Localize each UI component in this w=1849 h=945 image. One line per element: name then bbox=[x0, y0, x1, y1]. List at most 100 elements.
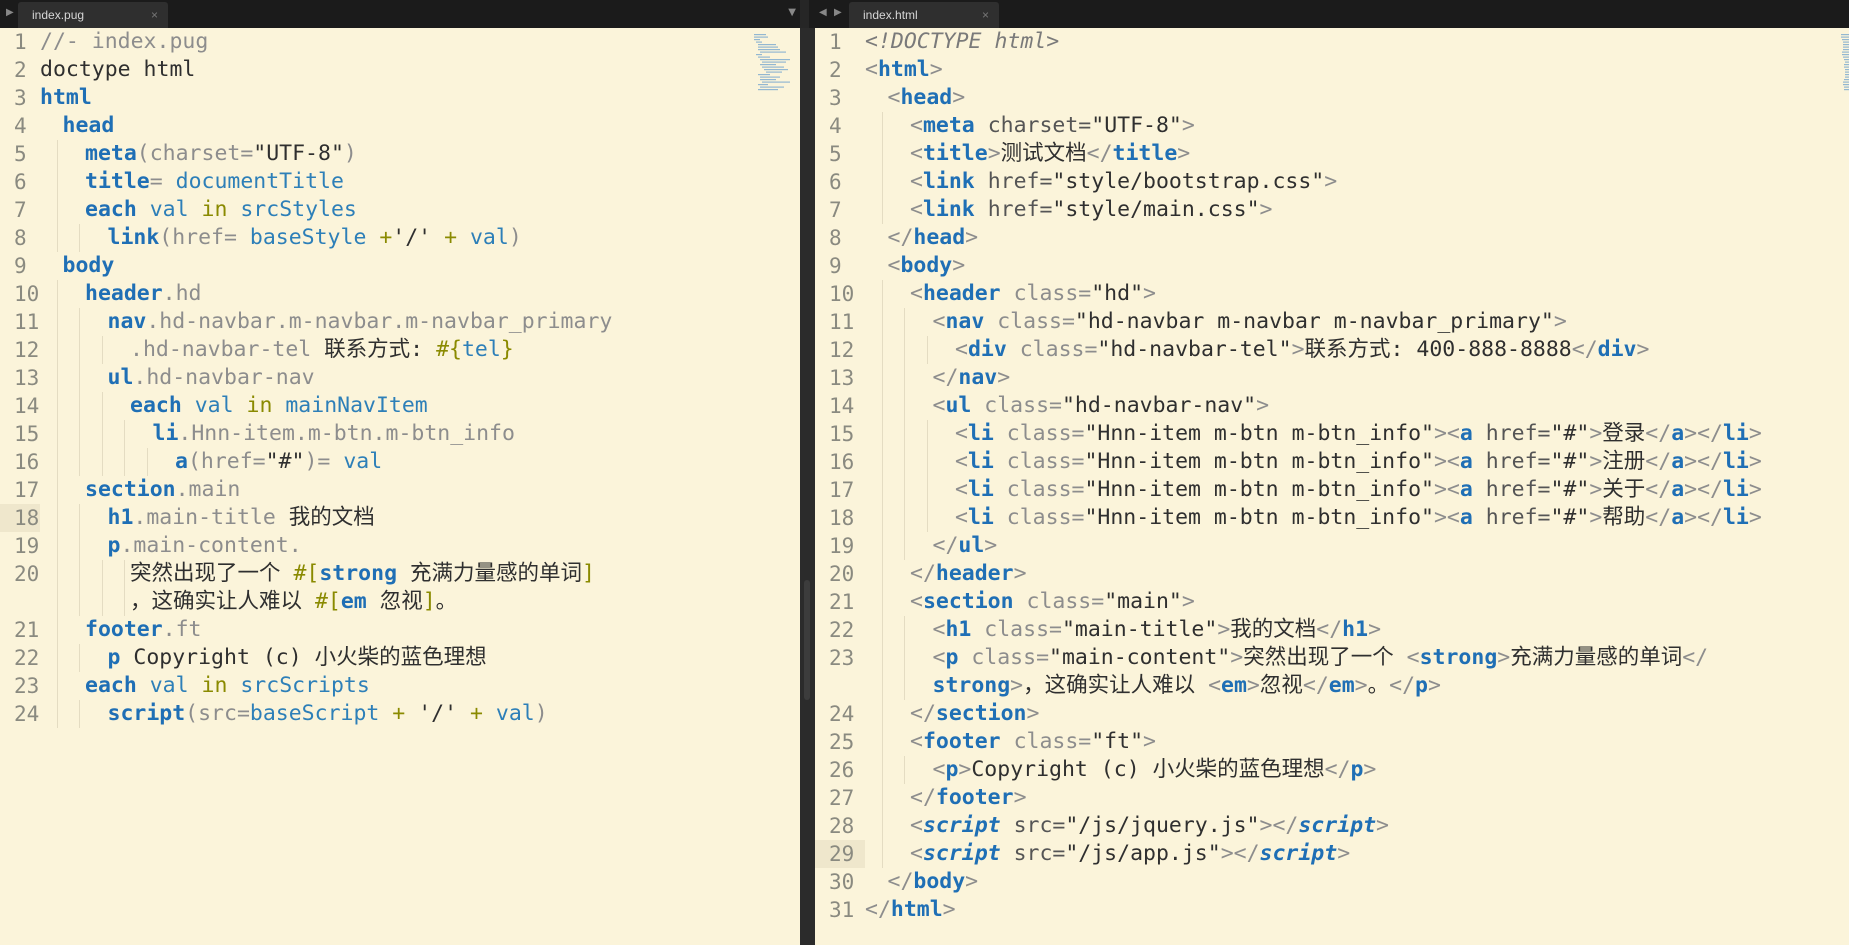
code-token: href= bbox=[1485, 449, 1551, 474]
code-line[interactable]: 13 </nav> bbox=[815, 364, 1849, 392]
code-text: <link href="style/main.css"> bbox=[865, 196, 1272, 224]
code-line[interactable]: 1 <!DOCTYPE html> bbox=[815, 28, 1849, 56]
code-line[interactable]: 15 <li class="Hnn-item m-btn m-btn_info">… bbox=[815, 420, 1849, 448]
code-token: > bbox=[1013, 785, 1027, 810]
code-line[interactable]: 18 h1.main-title 我的文档 bbox=[0, 504, 800, 532]
code-line[interactable]: 7 <link href="style/main.css"> bbox=[815, 196, 1849, 224]
code-line[interactable]: 11 nav.hd-navbar.m-navbar.m-navbar_primar… bbox=[0, 308, 800, 336]
code-token: '/' bbox=[418, 701, 458, 726]
code-line[interactable]: 17 <li class="Hnn-item m-btn m-btn_info">… bbox=[815, 476, 1849, 504]
code-text: <head> bbox=[865, 84, 966, 112]
code-line[interactable]: 24 script(src=baseScript + '/' + val) bbox=[0, 700, 800, 728]
code-token: head bbox=[900, 85, 953, 110]
code-token: href= bbox=[1485, 477, 1551, 502]
code-line[interactable]: 10 header.hd bbox=[0, 280, 800, 308]
code-token: )= bbox=[304, 449, 344, 474]
code-token: html bbox=[40, 85, 92, 110]
code-line[interactable]: 9 body bbox=[0, 252, 800, 280]
code-line[interactable]: 16 a(href="#")= val bbox=[0, 448, 800, 476]
close-icon[interactable]: × bbox=[982, 8, 989, 22]
code-line[interactable]: 26 <p>Copyright (c) 小火柴的蓝色理想</p> bbox=[815, 756, 1849, 784]
code-token: ) bbox=[343, 141, 357, 166]
code-line[interactable]: 7 each val in srcStyles bbox=[0, 196, 800, 224]
code-token: title bbox=[85, 169, 150, 194]
code-token: in bbox=[246, 393, 286, 418]
code-line[interactable]: 20 </header> bbox=[815, 560, 1849, 588]
code-token: "style/main.css" bbox=[1052, 197, 1260, 222]
code-line[interactable]: 23 <p class="main-content">突然出现了一个 <stron… bbox=[815, 644, 1849, 700]
code-token: class= bbox=[997, 309, 1075, 334]
code-line[interactable]: 18 <li class="Hnn-item m-btn m-btn_info">… bbox=[815, 504, 1849, 532]
code-line[interactable]: 21 <section class="main"> bbox=[815, 588, 1849, 616]
indent-guide bbox=[56, 168, 58, 196]
code-token: </ bbox=[887, 869, 914, 894]
code-line[interactable]: 3 html bbox=[0, 84, 800, 112]
code-line[interactable]: 2 <html> bbox=[815, 56, 1849, 84]
code-area[interactable]: 1 <!DOCTYPE html> 2 <html> 3 <head> 4 <meta cha… bbox=[815, 28, 1849, 924]
indent-guide bbox=[79, 392, 80, 420]
code-line[interactable]: 8 </head> bbox=[815, 224, 1849, 252]
minimap[interactable] bbox=[752, 32, 792, 92]
code-line[interactable]: 16 <li class="Hnn-item m-btn m-btn_info">… bbox=[815, 448, 1849, 476]
chevron-down-icon[interactable]: ▼ bbox=[788, 7, 796, 18]
code-token: < bbox=[955, 337, 968, 362]
code-line[interactable]: 4 <meta charset="UTF-8"> bbox=[815, 112, 1849, 140]
code-line[interactable]: 8 link(href= baseStyle +'/' + val) bbox=[0, 224, 800, 252]
tab-index-pug[interactable]: index.pug × bbox=[18, 2, 168, 28]
minimap[interactable] bbox=[1829, 32, 1849, 92]
code-line[interactable]: 10 <header class="hd"> bbox=[815, 280, 1849, 308]
play-icon[interactable]: ▶ bbox=[6, 7, 14, 18]
editor-pane-html[interactable]: 1 <!DOCTYPE html> 2 <html> 3 <head> 4 <meta cha… bbox=[815, 28, 1849, 945]
code-line[interactable]: 15 li.Hnn-item.m-btn.m-btn_info bbox=[0, 420, 800, 448]
code-line[interactable]: 9 <body> bbox=[815, 252, 1849, 280]
code-line[interactable]: 5 meta(charset="UTF-8") bbox=[0, 140, 800, 168]
arrow-left-icon[interactable]: ◀ bbox=[819, 7, 827, 18]
code-line[interactable]: 17 section.main bbox=[0, 476, 800, 504]
indent-guide bbox=[881, 840, 883, 868]
arrow-right-icon[interactable]: ▶ bbox=[834, 7, 842, 18]
code-line[interactable]: 2 doctype html bbox=[0, 56, 800, 84]
code-line[interactable]: 4 head bbox=[0, 112, 800, 140]
code-line[interactable]: 25 <footer class="ft"> bbox=[815, 728, 1849, 756]
code-token: > bbox=[1259, 197, 1273, 222]
code-area[interactable]: 1 //- index.pug 2 doctype html 3 html 4 head 5 me… bbox=[0, 28, 800, 728]
code-line[interactable]: 24 </section> bbox=[815, 700, 1849, 728]
code-line[interactable]: 12 .hd-navbar-tel 联系方式: #{tel} bbox=[0, 336, 800, 364]
code-token: <!DOCTYPE html> bbox=[865, 29, 1060, 54]
code-token: val bbox=[469, 225, 509, 250]
code-line[interactable]: 6 title= documentTitle bbox=[0, 168, 800, 196]
code-line[interactable]: 31 </html> bbox=[815, 896, 1849, 924]
code-line[interactable]: 5 <title>测试文档</title> bbox=[815, 140, 1849, 168]
code-line[interactable]: 14 each val in mainNavItem bbox=[0, 392, 800, 420]
code-line[interactable]: 19 p.main-content. bbox=[0, 532, 800, 560]
code-line[interactable]: 22 <h1 class="main-title">我的文档</h1> bbox=[815, 616, 1849, 644]
code-line[interactable]: 1 //- index.pug bbox=[0, 28, 800, 56]
indent-guide bbox=[56, 700, 58, 728]
code-line[interactable]: 20 突然出现了一个 #[strong 充满力量感的单词] ，这确实让人难以 #[e… bbox=[0, 560, 800, 616]
code-line[interactable]: 11 <nav class="hd-navbar m-navbar m-navba… bbox=[815, 308, 1849, 336]
code-line[interactable]: 14 <ul class="hd-navbar-nav"> bbox=[815, 392, 1849, 420]
pane-divider[interactable] bbox=[800, 28, 815, 945]
code-token: body bbox=[900, 253, 953, 278]
code-line[interactable]: 12 <div class="hd-navbar-tel">联系方式: 400-8… bbox=[815, 336, 1849, 364]
indent-guide bbox=[881, 588, 883, 616]
code-line[interactable]: 27 </footer> bbox=[815, 784, 1849, 812]
code-line[interactable]: 3 <head> bbox=[815, 84, 1849, 112]
tab-index-html[interactable]: index.html × bbox=[849, 2, 999, 28]
code-line[interactable]: 22 p Copyright (c) 小火柴的蓝色理想 bbox=[0, 644, 800, 672]
code-token: h1 bbox=[107, 505, 134, 530]
code-line[interactable]: 21 footer.ft bbox=[0, 616, 800, 644]
code-token: val bbox=[149, 673, 202, 698]
code-line[interactable]: 6 <link href="style/bootstrap.css"> bbox=[815, 168, 1849, 196]
code-token: class= bbox=[1006, 505, 1085, 530]
code-line[interactable]: 29 <script src="/js/app.js"></script> bbox=[815, 840, 1849, 868]
editor-pane-pug[interactable]: 1 //- index.pug 2 doctype html 3 html 4 head 5 me… bbox=[0, 28, 800, 945]
scrollbar-thumb[interactable] bbox=[804, 580, 810, 700]
code-line[interactable]: 30 </body> bbox=[815, 868, 1849, 896]
code-line[interactable]: 13 ul.hd-navbar-nav bbox=[0, 364, 800, 392]
code-line[interactable]: 23 each val in srcScripts bbox=[0, 672, 800, 700]
code-line[interactable]: 19 </ul> bbox=[815, 532, 1849, 560]
indent-guide bbox=[926, 420, 928, 448]
code-line[interactable]: 28 <script src="/js/jquery.js"></script> bbox=[815, 812, 1849, 840]
close-icon[interactable]: × bbox=[151, 8, 158, 22]
